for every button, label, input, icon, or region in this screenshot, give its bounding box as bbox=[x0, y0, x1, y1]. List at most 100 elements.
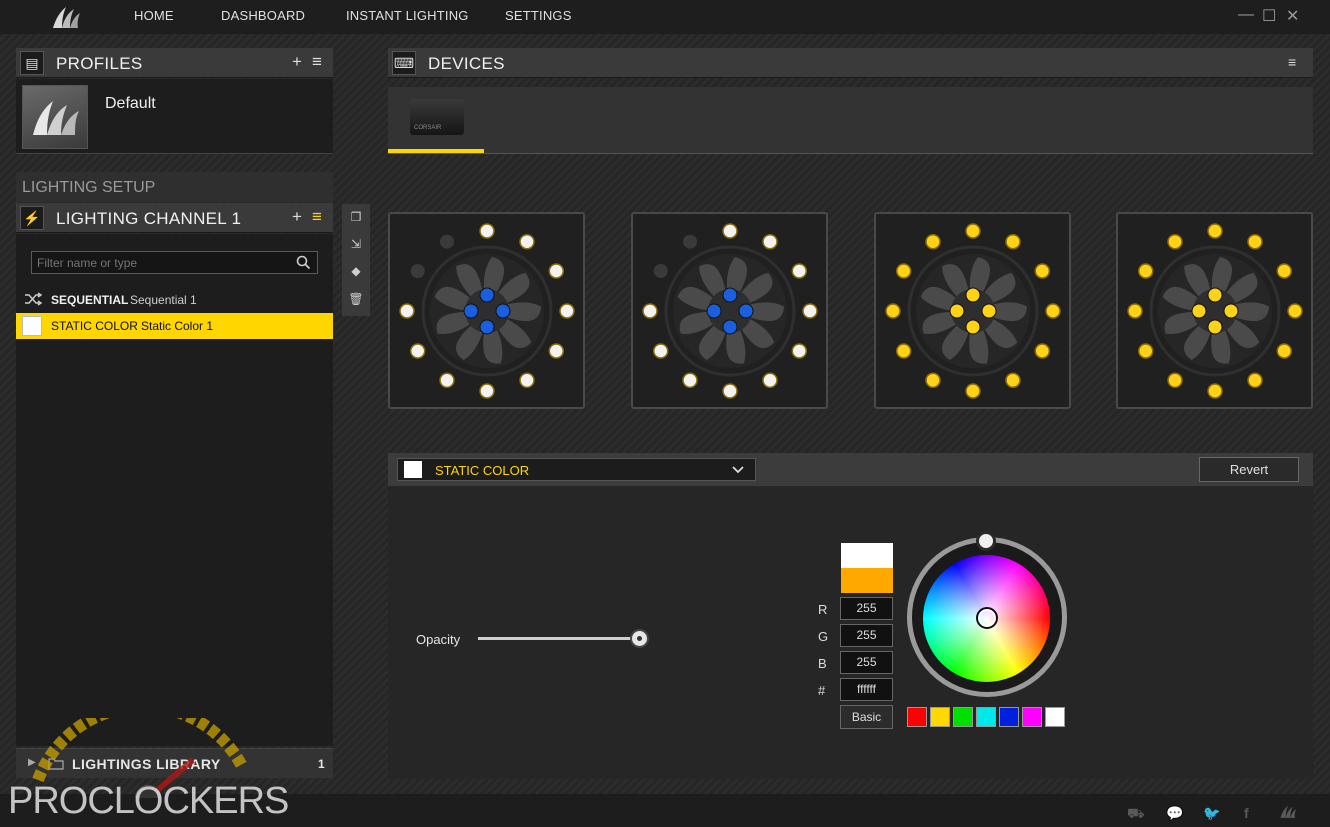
trash-icon[interactable]: 🗑 bbox=[348, 292, 364, 308]
ring-led bbox=[802, 303, 818, 319]
effect-row-static-color[interactable]: STATIC COLOR Static Color 1 bbox=[16, 313, 333, 339]
lighting-setup-section: LIGHTING SETUP bbox=[16, 172, 333, 202]
opacity-slider-thumb[interactable] bbox=[630, 629, 649, 648]
ring-led bbox=[409, 343, 426, 359]
revert-button[interactable]: Revert bbox=[1199, 457, 1299, 482]
center-led bbox=[722, 287, 738, 303]
search-icon[interactable] bbox=[296, 255, 311, 270]
effect-color-swatch bbox=[404, 461, 422, 478]
effect-row-sequential[interactable]: SEQUENTIAL Sequential 1 bbox=[16, 287, 333, 313]
profiles-menu-button[interactable]: ≡ bbox=[312, 52, 322, 72]
add-profile-button[interactable]: + bbox=[292, 52, 302, 72]
ring-led bbox=[1247, 233, 1263, 250]
color-preview-previous[interactable] bbox=[841, 568, 893, 593]
add-effect-button[interactable]: + bbox=[292, 207, 302, 227]
effect-type-label: STATIC COLOR bbox=[51, 319, 138, 333]
opacity-slider-track[interactable] bbox=[478, 637, 640, 640]
color-wheel-selector[interactable] bbox=[976, 607, 998, 629]
center-led bbox=[965, 287, 981, 303]
hex-input[interactable]: ffffff bbox=[840, 678, 893, 701]
fan-4[interactable] bbox=[1116, 212, 1313, 409]
twitter-icon[interactable]: 🐦 bbox=[1203, 805, 1220, 822]
ring-led bbox=[653, 264, 668, 278]
ring-led bbox=[682, 372, 698, 389]
preset-swatch[interactable] bbox=[930, 707, 950, 727]
ring-led bbox=[762, 233, 778, 250]
preset-swatch[interactable] bbox=[976, 707, 996, 727]
corsair-logo-icon[interactable] bbox=[1278, 804, 1298, 819]
devices-menu-button[interactable]: ≡ bbox=[1288, 54, 1296, 70]
ring-led bbox=[399, 303, 415, 319]
lighting-channel-header: ⚡ LIGHTING CHANNEL 1 + ≡ bbox=[16, 203, 333, 233]
device-thumbnail[interactable]: CORSAIR bbox=[410, 99, 464, 135]
r-input[interactable]: 255 bbox=[840, 597, 893, 620]
effect-type-dropdown[interactable]: STATIC COLOR bbox=[397, 458, 756, 481]
library-count: 1 bbox=[318, 757, 325, 771]
devices-header: ⌨ DEVICES ≡ bbox=[388, 48, 1313, 78]
fan-3[interactable] bbox=[874, 212, 1071, 409]
fan-2[interactable] bbox=[631, 212, 828, 409]
nav-dashboard[interactable]: DASHBOARD bbox=[221, 8, 305, 23]
nav-instant-lighting[interactable]: INSTANT LIGHTING bbox=[346, 8, 469, 23]
device-strip: CORSAIR bbox=[388, 87, 1313, 154]
preset-swatch[interactable] bbox=[953, 707, 973, 727]
fan-graphic bbox=[1127, 223, 1303, 399]
ring-led bbox=[1207, 383, 1223, 399]
b-input[interactable]: 255 bbox=[840, 651, 893, 674]
chat-icon[interactable]: 💬 bbox=[1166, 805, 1183, 822]
ring-led bbox=[1005, 233, 1021, 250]
filter-input[interactable] bbox=[37, 254, 287, 271]
ring-led bbox=[1034, 343, 1051, 359]
minimize-icon[interactable]: — bbox=[1238, 6, 1254, 24]
reorder-icon[interactable]: ◆ bbox=[348, 264, 364, 280]
ring-led bbox=[895, 343, 912, 359]
corsair-logo-icon[interactable] bbox=[50, 4, 82, 30]
ring-led bbox=[1287, 303, 1303, 319]
maximize-icon[interactable]: ☐ bbox=[1262, 6, 1276, 26]
close-icon[interactable]: ✕ bbox=[1286, 6, 1299, 26]
center-led bbox=[479, 287, 495, 303]
fan-1[interactable] bbox=[388, 212, 585, 409]
ring-led bbox=[642, 303, 658, 319]
ring-led bbox=[1137, 263, 1154, 279]
ring-led bbox=[1034, 263, 1051, 279]
filter-field[interactable] bbox=[31, 251, 318, 274]
nav-home[interactable]: HOME bbox=[134, 8, 174, 23]
ring-led bbox=[1207, 223, 1223, 239]
color-swatch-icon bbox=[22, 316, 42, 336]
ring-led bbox=[479, 223, 495, 239]
facebook-icon[interactable]: f bbox=[1244, 805, 1249, 821]
device-selected-indicator bbox=[388, 149, 484, 153]
preset-swatch[interactable] bbox=[1045, 707, 1065, 727]
profile-name[interactable]: Default bbox=[105, 95, 156, 113]
hex-label: # bbox=[818, 683, 826, 698]
profile-avatar[interactable] bbox=[22, 85, 88, 149]
r-label: R bbox=[818, 602, 828, 617]
brightness-handle[interactable] bbox=[976, 531, 996, 551]
preset-swatch[interactable] bbox=[1022, 707, 1042, 727]
effect-type-label: SEQUENTIAL bbox=[51, 293, 129, 307]
fan-graphic bbox=[642, 223, 818, 399]
copy-icon[interactable]: ❐ bbox=[348, 210, 364, 226]
color-preview-new bbox=[841, 543, 893, 568]
profiles-title: PROFILES bbox=[56, 54, 143, 73]
lightings-library-bar[interactable]: ▶ LIGHTINGS LIBRARY 1 bbox=[16, 748, 333, 778]
shuffle-icon bbox=[25, 292, 42, 306]
chevron-down-icon bbox=[732, 466, 744, 474]
nav-settings[interactable]: SETTINGS bbox=[505, 8, 572, 23]
preset-swatch[interactable] bbox=[999, 707, 1019, 727]
effect-tools: ❐ ⇲ ◆ 🗑 bbox=[342, 204, 370, 316]
basic-button[interactable]: Basic bbox=[840, 705, 893, 729]
preset-swatch[interactable] bbox=[907, 707, 927, 727]
b-label: B bbox=[818, 656, 827, 671]
g-input[interactable]: 255 bbox=[840, 624, 893, 647]
import-icon[interactable]: ⇲ bbox=[348, 237, 364, 253]
ring-led bbox=[1137, 343, 1154, 359]
performance-icon[interactable]: ⛟ bbox=[1127, 805, 1145, 824]
effect-name-label: Static Color 1 bbox=[141, 319, 214, 333]
lightning-icon: ⚡ bbox=[20, 206, 44, 230]
expand-icon[interactable]: ▶ bbox=[28, 757, 36, 768]
channel-menu-button[interactable]: ≡ bbox=[312, 207, 322, 227]
ring-led bbox=[440, 234, 454, 249]
effect-editor-bar: STATIC COLOR Revert bbox=[388, 453, 1313, 486]
